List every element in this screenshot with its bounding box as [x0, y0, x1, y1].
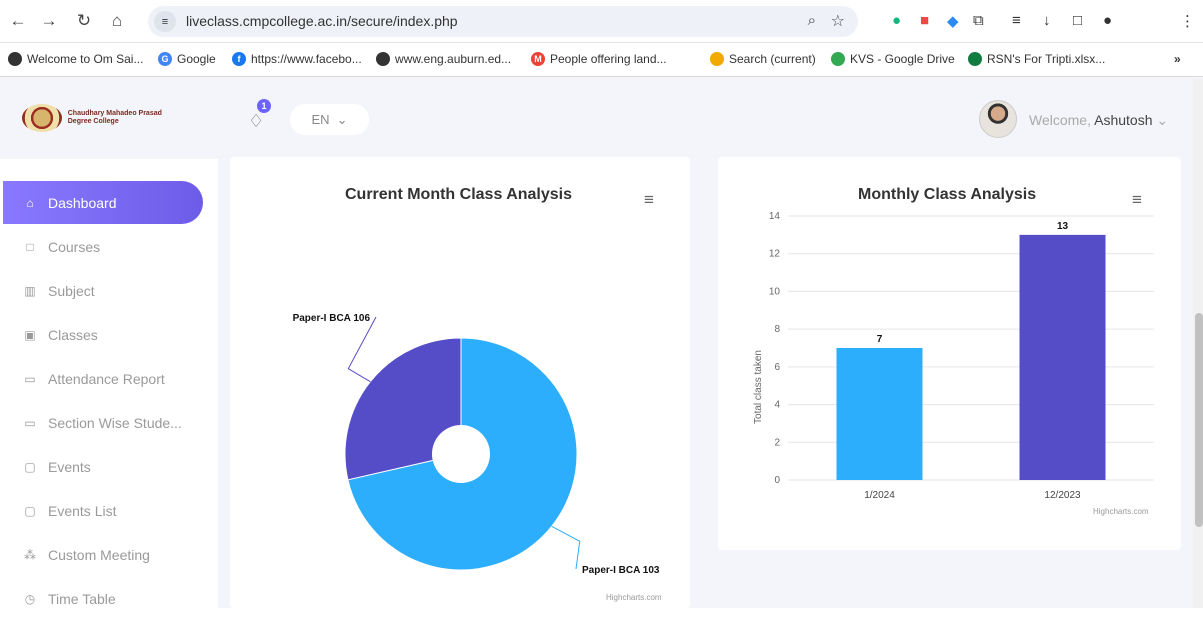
google-icon: G [158, 52, 172, 66]
home-icon[interactable]: ⌂ [106, 10, 128, 32]
forward-icon[interactable]: → [38, 10, 60, 32]
sidebar-item-dashboard[interactable]: ⌂ Dashboard [3, 181, 203, 224]
facebook-icon: f [232, 52, 246, 66]
bar[interactable] [836, 348, 923, 480]
pdf-extension-icon[interactable]: ■ [920, 12, 929, 29]
y-tick-label: 6 [774, 362, 780, 373]
bookmark-icon: □ [26, 239, 34, 254]
language-select[interactable]: EN ⌄ [290, 104, 369, 135]
grammarly-extension-icon[interactable]: ● [892, 12, 901, 29]
meeting-icon: ⁂ [24, 547, 36, 562]
bookmark-kvs-drive[interactable]: KVS - Google Drive [831, 52, 955, 66]
user-menu[interactable]: Welcome, Ashutosh ⌄ [1029, 112, 1168, 129]
monitor-icon: ▭ [24, 415, 36, 430]
sidebar-item-courses[interactable]: □ Courses [3, 225, 203, 268]
chevron-down-icon: ⌄ [1156, 112, 1169, 128]
app-header: Chaudhary Mahadeo Prasad Degree College … [0, 77, 1193, 159]
grid-icon: ▣ [24, 327, 36, 342]
gmail-icon: M [531, 52, 545, 66]
current-month-chart-card: Current Month Class Analysis ≡ Paper-I B… [230, 157, 690, 608]
user-avatar[interactable] [979, 100, 1017, 138]
drive-icon [831, 52, 845, 66]
pie-data-label: Paper-I BCA 103 [582, 565, 660, 576]
globe-icon [8, 52, 22, 66]
pma-icon [710, 52, 724, 66]
pie-label-connector [551, 525, 581, 570]
application: Chaudhary Mahadeo Prasad Degree College … [0, 77, 1203, 608]
more-menu-icon[interactable]: ⋮ [1180, 12, 1195, 30]
x-tick-label: 12/2023 [1044, 490, 1081, 501]
college-seal-icon [22, 104, 62, 132]
more-bookmarks-button[interactable]: » [1174, 52, 1181, 66]
sidebar-item-subject[interactable]: ▥ Subject [3, 269, 203, 312]
bookmark-land[interactable]: M People offering land... [531, 52, 667, 66]
y-tick-label: 14 [769, 211, 781, 222]
y-tick-label: 8 [774, 324, 780, 335]
bookmark-om-sai[interactable]: Welcome to Om Sai... [8, 52, 143, 66]
clock-icon: ◷ [24, 591, 36, 606]
pie-label-connector [347, 316, 377, 383]
side-panel-icon[interactable]: □ [1073, 12, 1082, 29]
sidebar-item-attendance-report[interactable]: ▭ Attendance Report [3, 357, 203, 400]
reading-list-icon[interactable]: ≡ [1012, 12, 1021, 29]
sidebar-item-classes[interactable]: ▣ Classes [3, 313, 203, 356]
bookmark-search[interactable]: Search (current) [710, 52, 816, 66]
bar[interactable] [1019, 234, 1106, 480]
monitor-icon: ▭ [24, 371, 36, 386]
pie-chart: Paper-I BCA 103 Paper-I BCA 106 [293, 313, 660, 576]
chart-credits[interactable]: Highcharts.com [606, 593, 662, 602]
pie-center-hole[interactable] [432, 425, 490, 483]
excel-icon [968, 52, 982, 66]
profile-icon[interactable]: ● [1103, 12, 1112, 29]
y-tick-label: 10 [769, 286, 781, 297]
notification-bell-icon[interactable]: ♢ [248, 111, 268, 131]
monthly-chart-card: Monthly Class Analysis ≡ 0 2 4 6 8 10 12 14 Tota… [718, 157, 1181, 550]
bookmarks-bar: Welcome to Om Sai... G Google f https://ww… [0, 43, 1203, 77]
reload-icon[interactable]: ↻ [73, 10, 95, 32]
sidebar-item-section-wise-students[interactable]: ▭ Section Wise Stude... [3, 401, 203, 444]
chevron-down-icon: ⌄ [336, 111, 348, 127]
globe-icon [376, 52, 390, 66]
x-tick-label: 1/2024 [864, 490, 895, 501]
y-tick-label: 4 [774, 400, 780, 411]
y-tick-label: 12 [769, 249, 781, 260]
puzzle-icon[interactable]: ⧉ [973, 12, 984, 29]
sidebar: ⌂ Dashboard □ Courses ▥ Subject ▣ Classes ▭ A… [0, 159, 218, 608]
event-icon: ▢ [24, 503, 36, 518]
bar-data-label: 13 [1057, 221, 1069, 232]
bookmark-auburn[interactable]: www.eng.auburn.ed... [376, 52, 511, 66]
pie-data-label: Paper-I BCA 106 [293, 313, 371, 324]
url-text[interactable]: liveclass.cmpcollege.ac.in/secure/index.… [186, 13, 458, 29]
bar-chart: 0 2 4 6 8 10 12 14 Total class taken 7 1/2024 13 12/… [753, 211, 1154, 501]
sidebar-item-events[interactable]: ▢ Events [3, 445, 203, 488]
bookmark-google[interactable]: G Google [158, 52, 216, 66]
bookmark-rsn-xlsx[interactable]: RSN's For Tripti.xlsx... [968, 52, 1105, 66]
zoom-icon[interactable]: ⌕ [808, 12, 816, 29]
college-logo[interactable]: Chaudhary Mahadeo Prasad Degree College [22, 102, 187, 134]
star-icon[interactable]: ☆ [831, 11, 845, 31]
bookmark-facebook[interactable]: f https://www.facebo... [232, 52, 362, 66]
sidebar-item-time-table[interactable]: ◷ Time Table [3, 577, 203, 620]
sidebar-item-events-list[interactable]: ▢ Events List [3, 489, 203, 532]
extension-icon[interactable]: ◆ [947, 12, 959, 30]
y-tick-label: 2 [774, 437, 780, 448]
college-name: Chaudhary Mahadeo Prasad Degree College [67, 110, 162, 125]
site-info-icon[interactable]: ≡ [154, 11, 176, 32]
bar-data-label: 7 [877, 334, 883, 345]
notification-count: 1 [257, 99, 271, 113]
y-axis-label: Total class taken [753, 350, 764, 424]
y-tick-label: 0 [774, 475, 780, 486]
scrollbar-thumb[interactable] [1195, 313, 1203, 527]
sidebar-item-custom-meeting[interactable]: ⁂ Custom Meeting [3, 533, 203, 576]
event-icon: ▢ [24, 459, 36, 474]
address-bar[interactable]: ≡ liveclass.cmpcollege.ac.in/secure/inde… [148, 6, 858, 37]
download-icon[interactable]: ↓ [1043, 12, 1051, 29]
book-icon: ▥ [24, 283, 36, 298]
browser-toolbar: ← → ↻ ⌂ ≡ liveclass.cmpcollege.ac.in/sec… [0, 0, 1203, 43]
home-icon: ⌂ [26, 195, 34, 210]
back-icon[interactable]: ← [7, 10, 29, 32]
chart-credits[interactable]: Highcharts.com [1093, 507, 1149, 516]
